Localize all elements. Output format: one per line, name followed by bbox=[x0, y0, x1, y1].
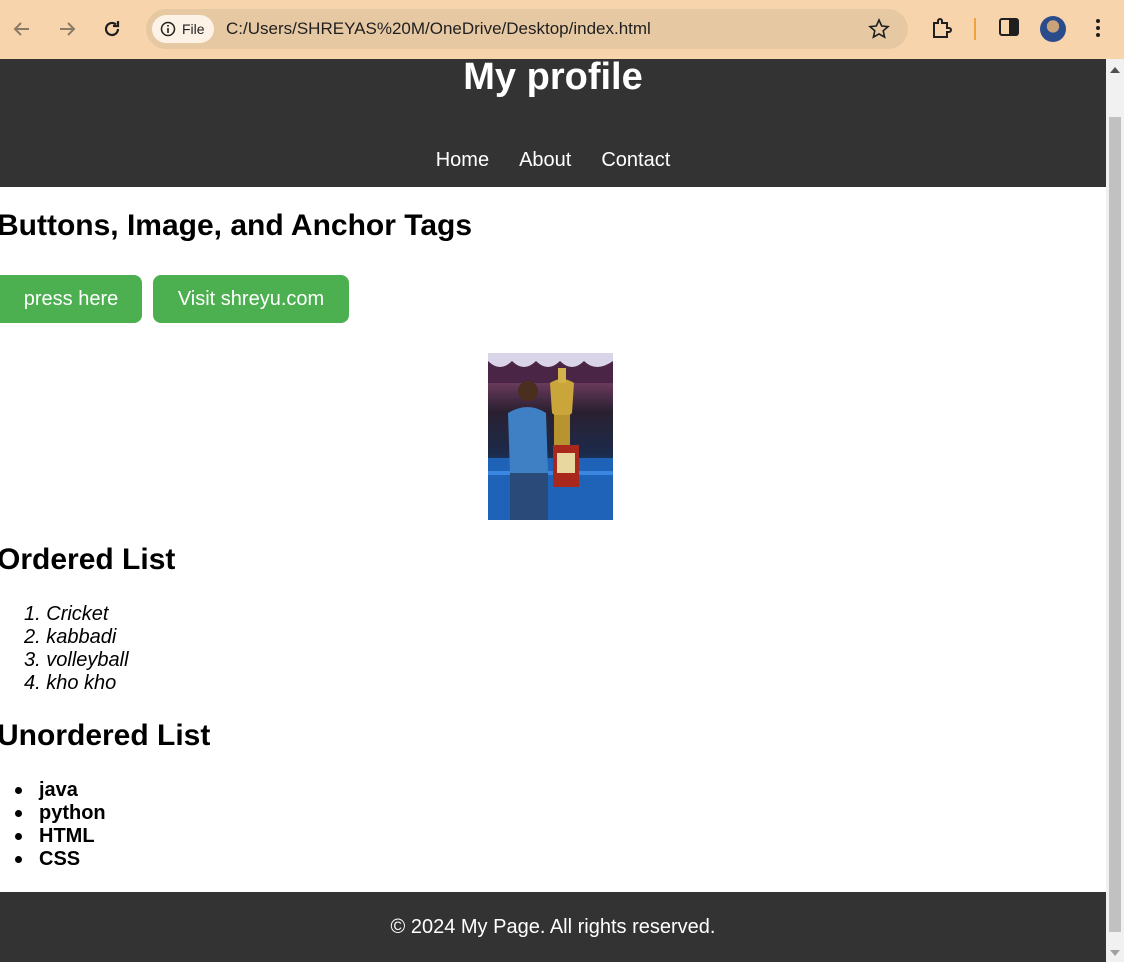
bullet-icon bbox=[15, 810, 22, 817]
list-item-text: CSS bbox=[39, 848, 81, 870]
page-title: My profile bbox=[463, 59, 643, 98]
nav-link-about[interactable]: About bbox=[519, 149, 571, 172]
toolbar-divider bbox=[974, 18, 976, 40]
side-panel-button[interactable] bbox=[998, 16, 1020, 43]
back-arrow-icon bbox=[13, 22, 29, 36]
list-item: python bbox=[8, 802, 106, 825]
ordered-list-heading: Ordered List bbox=[0, 543, 176, 576]
back-button[interactable] bbox=[8, 14, 36, 44]
menu-button[interactable] bbox=[1090, 16, 1106, 45]
list-number: 4. bbox=[24, 672, 47, 694]
site-info-chip[interactable]: File bbox=[152, 15, 214, 43]
visit-site-button[interactable]: Visit shreyu.com bbox=[153, 275, 349, 323]
list-item: CSS bbox=[8, 848, 106, 871]
browser-toolbar: File C:/Users/SHREYAS%20M/OneDrive/Deskt… bbox=[0, 0, 1124, 59]
list-item-text: java bbox=[39, 779, 78, 801]
list-item-text: Cricket bbox=[46, 603, 109, 625]
list-item-text: HTML bbox=[39, 825, 95, 847]
bullet-icon bbox=[15, 787, 22, 794]
bullet-icon bbox=[15, 856, 22, 863]
forward-arrow-icon bbox=[60, 22, 76, 36]
unordered-list: java python HTML CSS bbox=[8, 779, 106, 871]
page-viewport: My profile Home About Contact Buttons, I… bbox=[0, 59, 1106, 962]
profile-avatar[interactable] bbox=[1040, 16, 1066, 42]
list-item-text: python bbox=[39, 802, 106, 824]
scroll-up-arrow-icon[interactable] bbox=[1110, 67, 1120, 73]
profile-photo bbox=[488, 353, 613, 520]
footer-text: © 2024 My Page. All rights reserved. bbox=[390, 915, 716, 938]
puzzle-icon bbox=[933, 18, 952, 38]
bookmark-star-button[interactable] bbox=[868, 18, 890, 45]
kebab-menu-icon bbox=[1096, 19, 1100, 37]
address-bar[interactable]: File C:/Users/SHREYAS%20M/OneDrive/Deskt… bbox=[146, 9, 908, 49]
list-item: HTML bbox=[8, 825, 106, 848]
side-panel-icon bbox=[999, 18, 1019, 36]
vertical-scrollbar[interactable] bbox=[1106, 59, 1124, 962]
reload-button[interactable] bbox=[98, 14, 126, 44]
list-item-text: kabbadi bbox=[46, 626, 117, 648]
ordered-list: 1. Cricket 2. kabbadi 3. volleyball 4. k… bbox=[24, 603, 129, 695]
url-text[interactable]: C:/Users/SHREYAS%20M/OneDrive/Desktop/in… bbox=[226, 19, 651, 39]
list-item: 1. Cricket bbox=[24, 603, 129, 626]
list-number: 2. bbox=[24, 626, 47, 648]
info-icon bbox=[160, 21, 176, 37]
site-footer: © 2024 My Page. All rights reserved. bbox=[0, 892, 1106, 962]
list-item: 3. volleyball bbox=[24, 649, 129, 672]
list-item-text: kho kho bbox=[46, 672, 117, 694]
unordered-list-heading: Unordered List bbox=[0, 719, 211, 752]
site-chip-label: File bbox=[182, 21, 205, 37]
list-item: java bbox=[8, 779, 106, 802]
extensions-button[interactable] bbox=[930, 16, 954, 45]
site-header: My profile Home About Contact bbox=[0, 59, 1106, 187]
trophy-photo-illustration bbox=[488, 353, 613, 520]
press-here-button[interactable]: press here bbox=[0, 275, 142, 323]
nav-link-home[interactable]: Home bbox=[436, 149, 489, 172]
list-number: 3. bbox=[24, 649, 47, 671]
list-item: 2. kabbadi bbox=[24, 626, 129, 649]
main-nav: Home About Contact bbox=[0, 149, 1106, 172]
scrollbar-thumb[interactable] bbox=[1109, 117, 1121, 932]
section-heading-buttons: Buttons, Image, and Anchor Tags bbox=[0, 209, 473, 242]
reload-icon bbox=[104, 21, 120, 37]
list-item: 4. kho kho bbox=[24, 672, 129, 695]
scroll-down-arrow-icon[interactable] bbox=[1110, 950, 1120, 956]
list-item-text: volleyball bbox=[46, 649, 129, 671]
forward-button[interactable] bbox=[53, 14, 81, 44]
list-number: 1. bbox=[24, 603, 47, 625]
bullet-icon bbox=[15, 833, 22, 840]
star-icon bbox=[868, 18, 890, 39]
nav-link-contact[interactable]: Contact bbox=[601, 149, 670, 172]
